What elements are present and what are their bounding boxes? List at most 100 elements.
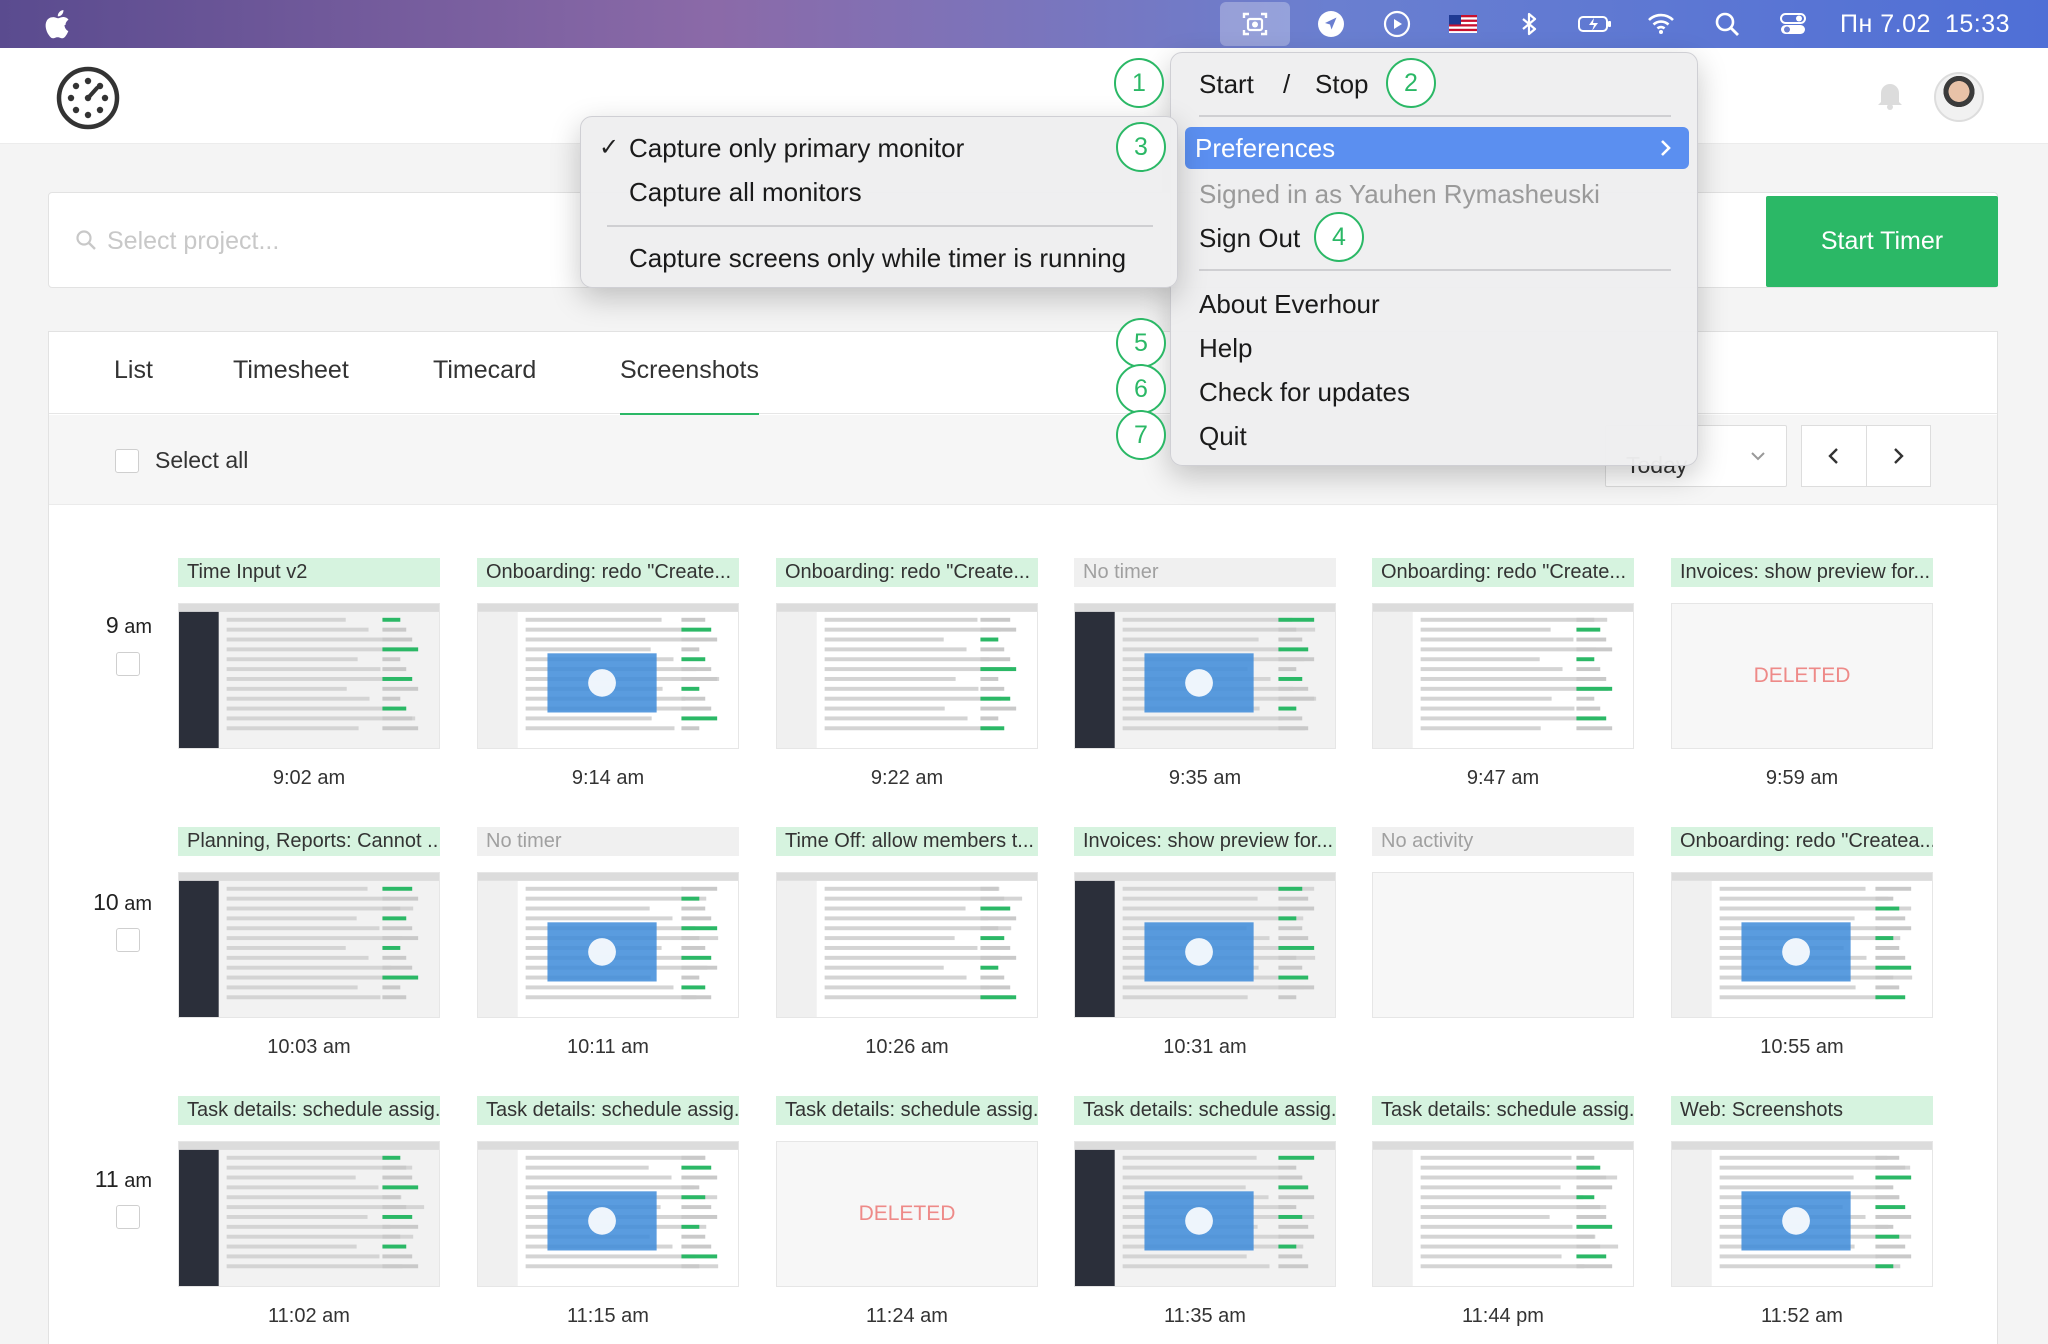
screenshot-card[interactable]: No activity [1372, 827, 1634, 1036]
spotlight-search-icon[interactable] [1694, 0, 1760, 48]
screenshots-toolbar: Select all Today [49, 415, 1997, 505]
screenshot-card[interactable]: Task details: schedule assig... 11:15 am [477, 1096, 739, 1328]
screenshot-card[interactable]: Task details: schedule assig... 11:44 pm [1372, 1096, 1634, 1328]
menu-bar-clock[interactable]: Пн 7.02 15:33 [1826, 10, 2048, 39]
menu-item-check-updates[interactable]: Check for updates [1199, 377, 1410, 408]
screenshot-thumbnail[interactable] [776, 603, 1038, 749]
menu-item-capture-while-running[interactable]: Capture screens only while timer is runn… [629, 243, 1126, 274]
wifi-icon[interactable] [1628, 0, 1694, 48]
menu-item-capture-all[interactable]: Capture all monitors [629, 177, 862, 208]
screenshot-task-label: Onboarding: redo "Createa... [1671, 827, 1933, 856]
menu-item-sign-out[interactable]: Sign Out [1199, 223, 1300, 254]
user-avatar[interactable] [1934, 72, 1984, 122]
screenshot-card[interactable]: Invoices: show preview for... DELETED 9:59… [1671, 558, 1933, 790]
screenshot-card[interactable]: No timer 10:11 am [477, 827, 739, 1059]
screenshot-card[interactable]: Time Input v2 9:02 am [178, 558, 440, 790]
menu-item-capture-primary[interactable]: Capture only primary monitor [629, 133, 964, 164]
callout-1: 1 [1114, 58, 1164, 108]
select-all-checkbox[interactable] [115, 449, 139, 473]
hour-select-checkbox[interactable] [116, 928, 140, 952]
menu-item-stop[interactable]: Stop [1315, 69, 1369, 100]
menu-item-help[interactable]: Help [1199, 333, 1252, 364]
screenshot-time: 9:14 am [571, 767, 645, 789]
tab-screenshots[interactable]: Screenshots [620, 356, 759, 416]
screenshot-task-label: Web: Screenshots [1671, 1096, 1933, 1125]
hour-select-checkbox[interactable] [116, 652, 140, 676]
screenshot-thumbnail[interactable] [1074, 872, 1336, 1018]
screenshot-thumbnail[interactable] [1372, 1141, 1634, 1287]
screenshot-thumbnail[interactable] [178, 603, 440, 749]
screenshot-time: 10:31 am [1163, 1036, 1247, 1058]
screenshot-thumbnail[interactable] [477, 1141, 739, 1287]
clock-time: 15:33 [1944, 9, 2010, 38]
screenshot-card[interactable]: Task details: schedule assig... 11:02 am [178, 1096, 440, 1328]
tab-list[interactable]: List [114, 356, 153, 413]
screenshot-card[interactable]: Onboarding: redo "Create... 9:14 am [477, 558, 739, 790]
screenshot-thumbnail[interactable] [178, 1141, 440, 1287]
screenshot-card[interactable]: Onboarding: redo "Createa... 10:55 am [1671, 827, 1933, 1059]
tab-timecard[interactable]: Timecard [433, 356, 536, 413]
screenshot-card[interactable]: Invoices: show preview for... 10:31 am [1074, 827, 1336, 1059]
screenshot-card[interactable]: Time Off: allow members t... 10:26 am [776, 827, 1038, 1059]
screenshot-task-label: Onboarding: redo "Create... [776, 558, 1038, 587]
callout-2: 2 [1386, 58, 1436, 108]
screenshot-thumbnail[interactable] [178, 872, 440, 1018]
next-day-button[interactable] [1865, 426, 1931, 486]
start-timer-button[interactable]: Start Timer [1766, 196, 1998, 287]
menu-slash: / [1283, 69, 1291, 99]
screenshot-thumbnail[interactable] [1372, 603, 1634, 749]
menu-item-start[interactable]: Start [1199, 69, 1254, 100]
menu-item-about[interactable]: About Everhour [1199, 289, 1380, 320]
screenshot-card[interactable]: Onboarding: redo "Create... 9:47 am [1372, 558, 1634, 790]
callout-7: 7 [1116, 410, 1166, 460]
hour-label: 10 am [60, 889, 152, 916]
apple-logo-icon[interactable] [44, 8, 74, 40]
control-center-icon[interactable] [1760, 0, 1826, 48]
screenshot-time: 10:55 am [1760, 1036, 1844, 1058]
deleted-screenshot: DELETED [776, 1141, 1038, 1287]
screenshot-task-label: Task details: schedule assig... [776, 1096, 1038, 1125]
screenshot-time: 9:59 am [1765, 767, 1839, 789]
menu-separator [1199, 115, 1671, 117]
screenshot-card[interactable]: Onboarding: redo "Create... 9:22 am [776, 558, 1038, 790]
clock-day: Пн 7.02 [1840, 9, 1931, 38]
tab-timesheet[interactable]: Timesheet [233, 356, 349, 413]
screenshot-task-label: Task details: schedule assig... [1074, 1096, 1336, 1125]
screenshot-card[interactable]: Planning, Reports: Cannot ... 10:03 am [178, 827, 440, 1059]
empty-screenshot-slot [1372, 872, 1634, 1018]
screenshot-thumbnail[interactable] [1671, 872, 1933, 1018]
battery-icon[interactable] [1562, 0, 1628, 48]
bluetooth-icon[interactable] [1496, 0, 1562, 48]
previous-day-button[interactable] [1802, 426, 1866, 486]
menu-item-quit[interactable]: Quit [1199, 421, 1247, 452]
screenshot-thumbnail[interactable] [477, 603, 739, 749]
screenshot-card[interactable]: Web: Screenshots 11:52 am [1671, 1096, 1933, 1328]
project-search-input[interactable] [107, 219, 607, 263]
everhour-tray-menu: Start / Stop Preferences Signed in as Ya… [1170, 52, 1698, 466]
screenshot-task-label: Onboarding: redo "Create... [477, 558, 739, 587]
us-flag-icon[interactable] [1430, 0, 1496, 48]
screenshot-time: 11:52 am [1761, 1305, 1843, 1327]
screenshot-card[interactable]: Task details: schedule assig... 11:35 am [1074, 1096, 1336, 1328]
hour-select-checkbox[interactable] [116, 1205, 140, 1229]
screenshot-thumbnail[interactable] [776, 872, 1038, 1018]
location-arrow-icon[interactable] [1298, 0, 1364, 48]
screenshot-thumbnail[interactable] [1074, 603, 1336, 749]
screenshot-time: 11:24 am [866, 1305, 948, 1327]
preferences-submenu: ✓ Capture only primary monitor Capture a… [580, 116, 1178, 288]
everhour-logo-icon[interactable] [56, 66, 120, 130]
play-icon[interactable] [1364, 0, 1430, 48]
callout-3: 3 [1116, 122, 1166, 172]
screenshot-task-label: Task details: schedule assig... [477, 1096, 739, 1125]
screenshot-thumbnail[interactable] [1671, 1141, 1933, 1287]
signed-in-label: Signed in as Yauhen Rymasheuski [1199, 179, 1600, 209]
everhour-tray-icon[interactable] [1220, 2, 1291, 46]
screenshot-time: 10:03 am [267, 1036, 351, 1058]
bell-icon[interactable] [1873, 78, 1907, 112]
menu-item-preferences[interactable]: Preferences [1185, 127, 1689, 169]
screenshot-thumbnail[interactable] [477, 872, 739, 1018]
screenshot-thumbnail[interactable] [1074, 1141, 1336, 1287]
screenshot-card[interactable]: No timer 9:35 am [1074, 558, 1336, 790]
screenshot-card[interactable]: Task details: schedule assig... DELETED 11… [776, 1096, 1038, 1328]
screenshot-task-label: No activity [1372, 827, 1634, 856]
